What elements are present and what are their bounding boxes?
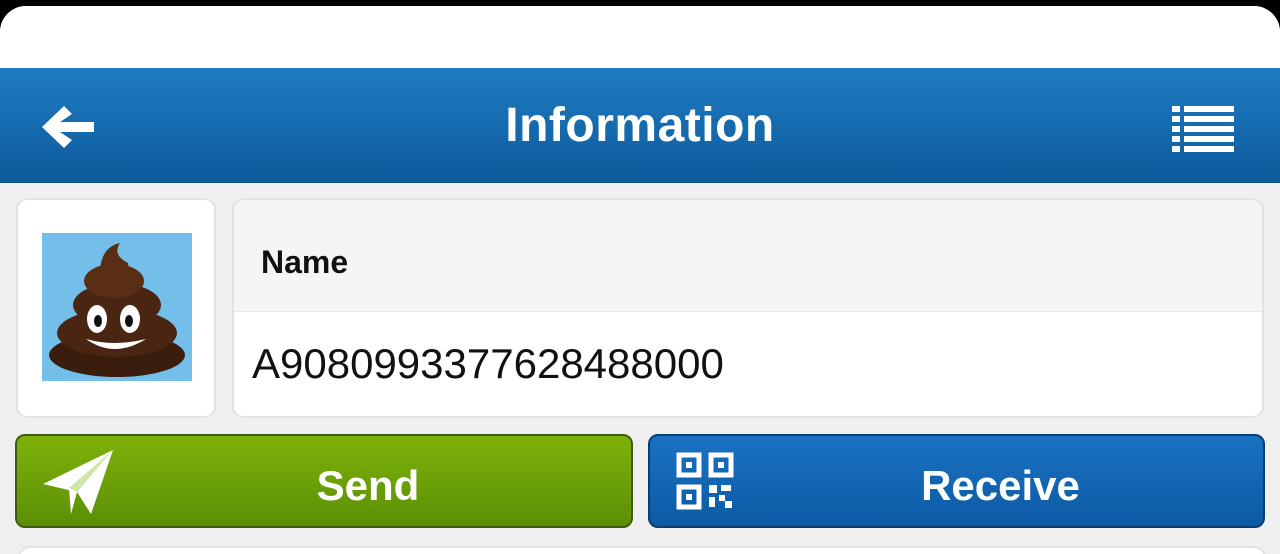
receive-label: Receive <box>921 462 1080 509</box>
send-button[interactable]: Send <box>15 434 633 528</box>
list-menu-icon <box>1172 106 1234 152</box>
info-card: Name A9080993377628488000 <box>232 198 1264 418</box>
name-value: A9080993377628488000 <box>252 340 724 387</box>
next-card-edge <box>18 546 1266 554</box>
page-title: Information <box>505 99 775 152</box>
receive-button[interactable]: Receive <box>648 434 1265 528</box>
name-label: Name <box>261 244 349 280</box>
name-header: Name <box>234 200 1262 312</box>
app-screen: Information Name A9080993377628488000 Se… <box>0 6 1280 554</box>
status-bar <box>0 6 1280 68</box>
menu-button[interactable] <box>1172 104 1238 152</box>
avatar-card <box>16 198 216 418</box>
nav-bar: Information <box>0 68 1280 183</box>
send-label: Send <box>316 462 420 509</box>
avatar[interactable] <box>42 233 192 381</box>
